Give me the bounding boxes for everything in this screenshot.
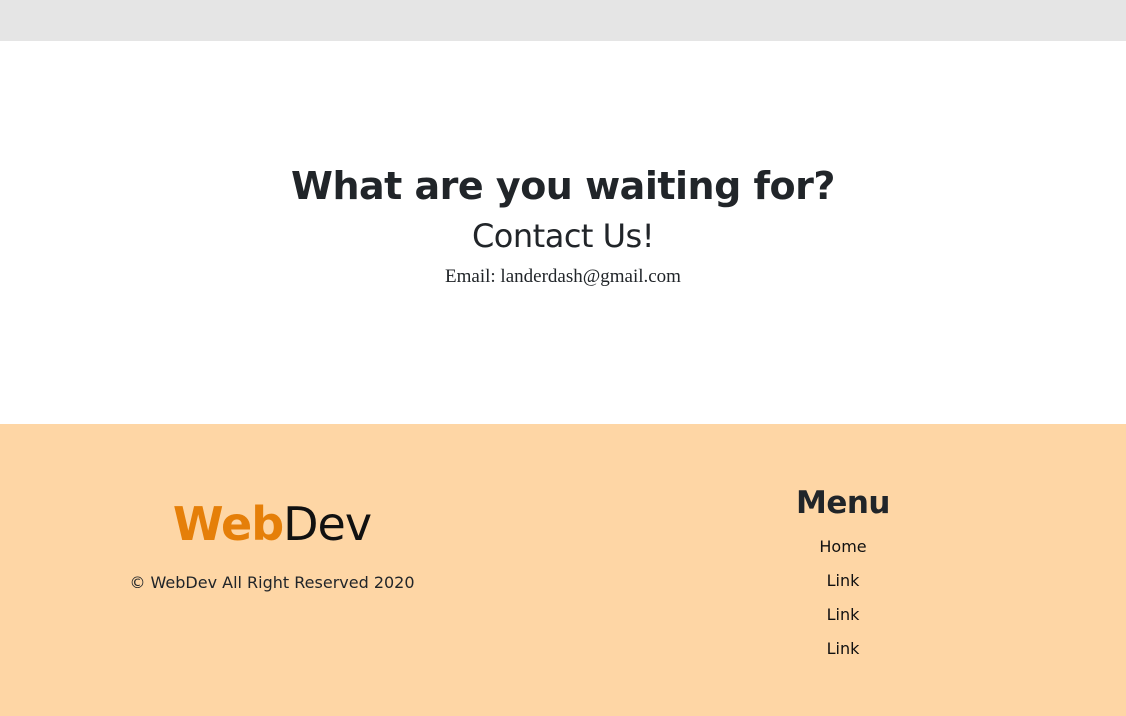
brand-logo-web: Web [172,497,284,551]
brand-logo-dev: Dev [283,497,372,551]
brand-logo[interactable]: WebDev [0,496,544,552]
footer-link-2[interactable]: Link [743,598,943,632]
call-to-action-section: What are you waiting for? Contact Us! Em… [0,41,1126,424]
footer-link-home[interactable]: Home [743,530,943,564]
copyright-text: © WebDev All Right Reserved 2020 [129,573,415,592]
footer-menu-item-home: Home [743,530,943,564]
footer-menu-item-link-3: Link [743,632,943,666]
footer: WebDev © WebDev All Right Reserved 2020 … [0,424,1126,716]
footer-menu-list: Home Link Link Link [743,530,943,666]
footer-menu-item-link-2: Link [743,598,943,632]
contact-us-heading: Contact Us! [471,217,655,255]
cta-heading: What are you waiting for? [291,164,835,208]
footer-menu: Menu Home Link Link Link [743,482,943,666]
footer-menu-item-link-1: Link [743,564,943,598]
footer-link-3[interactable]: Link [743,632,943,666]
footer-menu-title: Menu [795,485,891,521]
top-band [0,0,1126,41]
contact-email: Email: landerdash@gmail.com [445,266,681,287]
footer-link-1[interactable]: Link [743,564,943,598]
